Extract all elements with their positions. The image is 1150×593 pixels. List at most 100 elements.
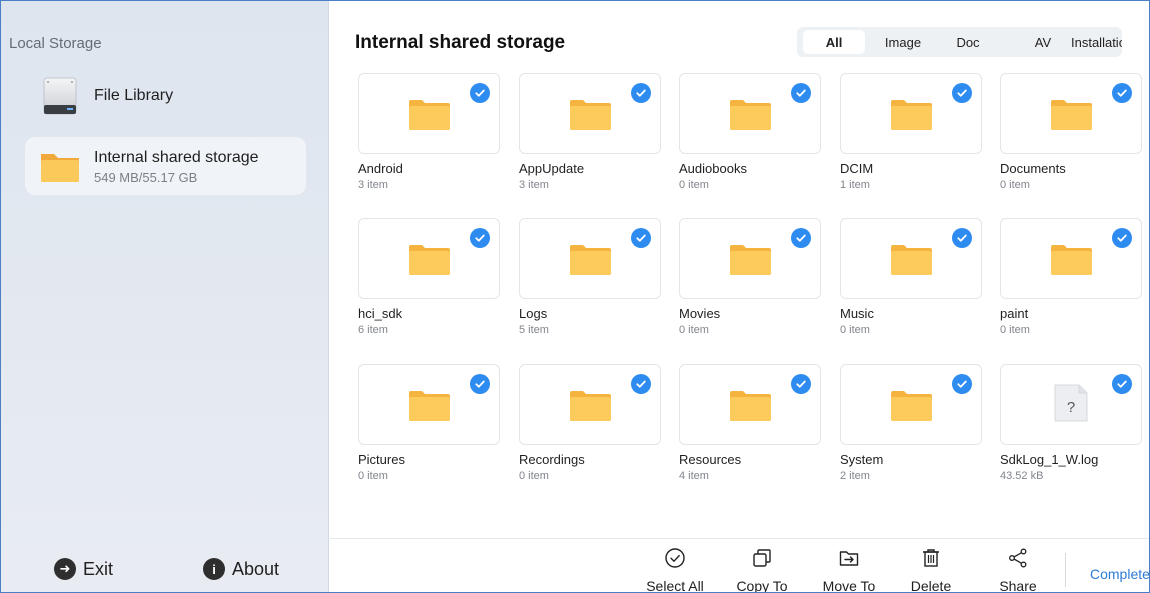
select-all-label: Select All [646,578,704,593]
item-card[interactable] [1000,73,1142,154]
grid-item[interactable]: Music 0 item [840,218,982,336]
complete-button[interactable]: Complete [1090,566,1149,582]
tab-all[interactable]: All [803,30,865,54]
checkmark-icon[interactable] [791,228,811,248]
checkmark-icon[interactable] [470,374,490,394]
item-card[interactable] [1000,218,1142,299]
grid-item[interactable]: Movies 0 item [679,218,821,336]
item-card[interactable] [840,73,982,154]
tab-doc[interactable]: Doc [947,30,989,54]
grid-item[interactable]: hci_sdk 6 item [358,218,500,336]
exit-label: Exit [83,558,114,579]
grid-item[interactable]: ? SdkLog_1_W.log 43.52 kB [1000,364,1142,482]
checkmark-icon[interactable] [470,83,490,103]
info-icon: i [203,558,225,580]
item-card[interactable] [679,218,821,299]
item-name: hci_sdk [358,306,403,321]
grid-item[interactable]: AppUpdate 3 item [519,73,661,191]
move-folder-icon [839,551,859,566]
checkmark-icon[interactable] [631,83,651,103]
item-count: 6 item [358,324,388,336]
folder-icon [41,154,79,182]
grid-item[interactable]: Documents 0 item [1000,73,1142,191]
checkmark-icon[interactable] [952,374,972,394]
bottom-toolbar: Select All Copy To Move To Delete Share … [330,538,1149,593]
tab-av[interactable]: AV [1023,30,1063,54]
item-card[interactable] [519,364,661,445]
grid-item[interactable]: DCIM 1 item [840,73,982,191]
grid-item[interactable]: Recordings 0 item [519,364,661,482]
checkmark-icon[interactable] [470,228,490,248]
item-count: 43.52 kB [1000,470,1044,482]
tab-installation[interactable]: Installation [1071,30,1122,54]
grid-item[interactable]: paint 0 item [1000,218,1142,336]
item-card[interactable] [840,218,982,299]
checkmark-icon[interactable] [791,83,811,103]
item-count: 3 item [519,179,549,191]
filter-tabs: All Image Doc AV Installation [797,27,1122,57]
grid-item[interactable]: Resources 4 item [679,364,821,482]
item-card[interactable] [358,73,500,154]
checkmark-icon[interactable] [1112,374,1132,394]
sidebar-item-text: File Library [94,87,173,105]
item-card[interactable] [519,218,661,299]
item-count: 4 item [679,470,709,482]
item-count: 0 item [358,470,388,482]
item-card[interactable] [840,364,982,445]
item-name: Resources [679,452,742,467]
move-to-button[interactable]: Move To [818,547,880,592]
toolbar-divider [1065,553,1066,587]
checkmark-icon[interactable] [631,374,651,394]
item-card[interactable] [679,73,821,154]
sidebar-item-label: Internal shared storage [94,149,259,166]
share-button[interactable]: Share [994,547,1042,592]
item-name: paint [1000,306,1029,321]
item-count: 0 item [679,179,709,191]
item-count: 0 item [1000,179,1030,191]
about-label: About [232,558,280,579]
trash-icon [923,549,939,567]
select-all-button[interactable]: Select All [643,547,707,593]
storage-usage: 549 MB/55.17 GB [94,170,198,185]
grid-item[interactable]: Pictures 0 item [358,364,500,482]
item-name: Audiobooks [679,161,747,176]
sidebar-item-internal-storage[interactable]: Internal shared storage 549 MB/55.17 GB [25,137,306,195]
tab-image[interactable]: Image [873,30,933,54]
delete-button[interactable]: Delete [903,547,959,592]
checkmark-icon[interactable] [1112,83,1132,103]
copy-icon [753,549,771,567]
sidebar-item-text: Internal shared storage 549 MB/55.17 GB [94,149,259,185]
grid-item[interactable]: Audiobooks 0 item [679,73,821,191]
about-button[interactable]: i About [203,556,279,582]
checkmark-icon[interactable] [791,374,811,394]
item-count: 0 item [840,324,870,336]
item-name: Recordings [519,452,585,467]
copy-to-button[interactable]: Copy To [734,547,790,592]
page-title: Internal shared storage [355,32,566,53]
checkmark-icon[interactable] [631,228,651,248]
checkmark-icon[interactable] [952,83,972,103]
item-card[interactable] [679,364,821,445]
item-card[interactable] [358,364,500,445]
grid-item[interactable]: System 2 item [840,364,982,482]
exit-button[interactable]: ➜ Exit [54,556,113,582]
checkmark-icon[interactable] [952,228,972,248]
sidebar: Local Storage File Library Internal shar… [1,1,329,592]
checkmark-icon[interactable] [1112,228,1132,248]
grid-item[interactable]: Android 3 item [358,73,500,191]
sidebar-title: Local Storage [9,35,102,52]
item-count: 2 item [840,470,870,482]
app-window: Local Storage File Library Internal shar… [0,0,1150,593]
item-name: Pictures [358,452,405,467]
item-card[interactable]: ? [1000,364,1142,445]
hard-drive-icon [43,77,77,115]
item-count: 0 item [1000,324,1030,336]
item-name: Movies [679,306,721,321]
check-circle-icon [665,548,685,568]
sidebar-item-file-library[interactable]: File Library [25,67,306,125]
item-card[interactable] [519,73,661,154]
svg-text:?: ? [1067,399,1075,416]
item-card[interactable] [358,218,500,299]
item-name: DCIM [840,161,874,176]
grid-item[interactable]: Logs 5 item [519,218,661,336]
